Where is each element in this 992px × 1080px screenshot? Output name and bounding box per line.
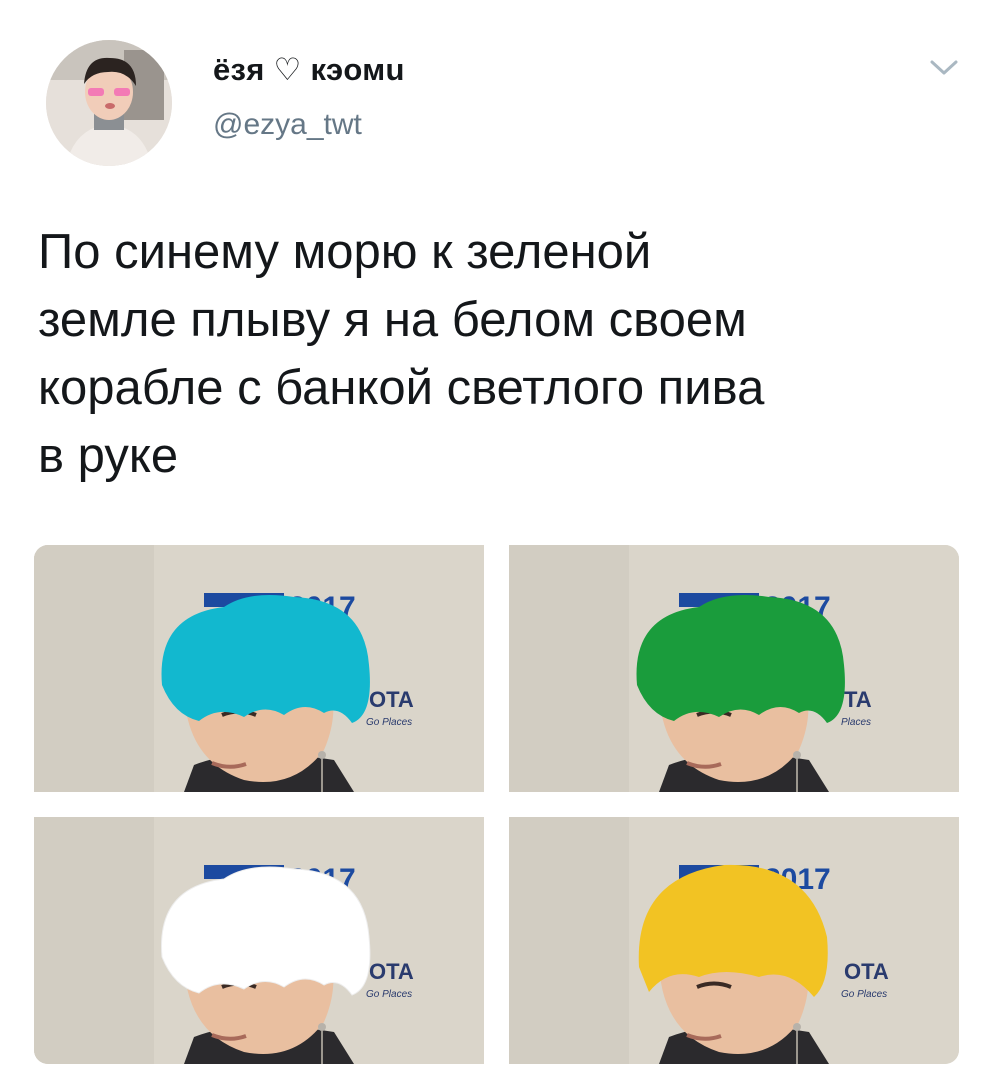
backdrop-sponsor-subtext: Go Places	[366, 717, 412, 728]
photo-4[interactable]: 2017 OTA Go Places	[509, 817, 959, 1064]
tweet-text: По синему морю к зеленой земле плыву я н…	[38, 225, 765, 483]
photo-2[interactable]: 2017TAPlaces	[509, 545, 959, 792]
avatar[interactable]	[46, 40, 172, 166]
backdrop-sponsor-subtext: Places	[841, 717, 871, 728]
photo-1[interactable]: 2017OTAGo Places	[34, 545, 484, 792]
backdrop-sponsor-subtext: Go Places	[366, 989, 412, 1000]
backdrop-sponsor-text: OTA	[844, 959, 889, 984]
media-grid: 2017OTAGo Places 2017TAPlaces 2017OTAGo …	[34, 545, 959, 1065]
backdrop-sponsor-text: OTA	[369, 959, 414, 984]
backdrop-sponsor-text: OTA	[369, 687, 414, 712]
photo-3[interactable]: 2017OTAGo Places	[34, 817, 484, 1064]
chevron-down-icon[interactable]	[924, 56, 964, 80]
backdrop-sponsor-subtext: Go Places	[841, 989, 887, 1000]
backdrop-sponsor-text: TA	[844, 687, 872, 712]
display-name[interactable]: ёзя ♡ кэомu	[213, 52, 405, 88]
avatar-image	[46, 40, 172, 166]
user-handle[interactable]: @ezya_twt	[213, 108, 362, 142]
